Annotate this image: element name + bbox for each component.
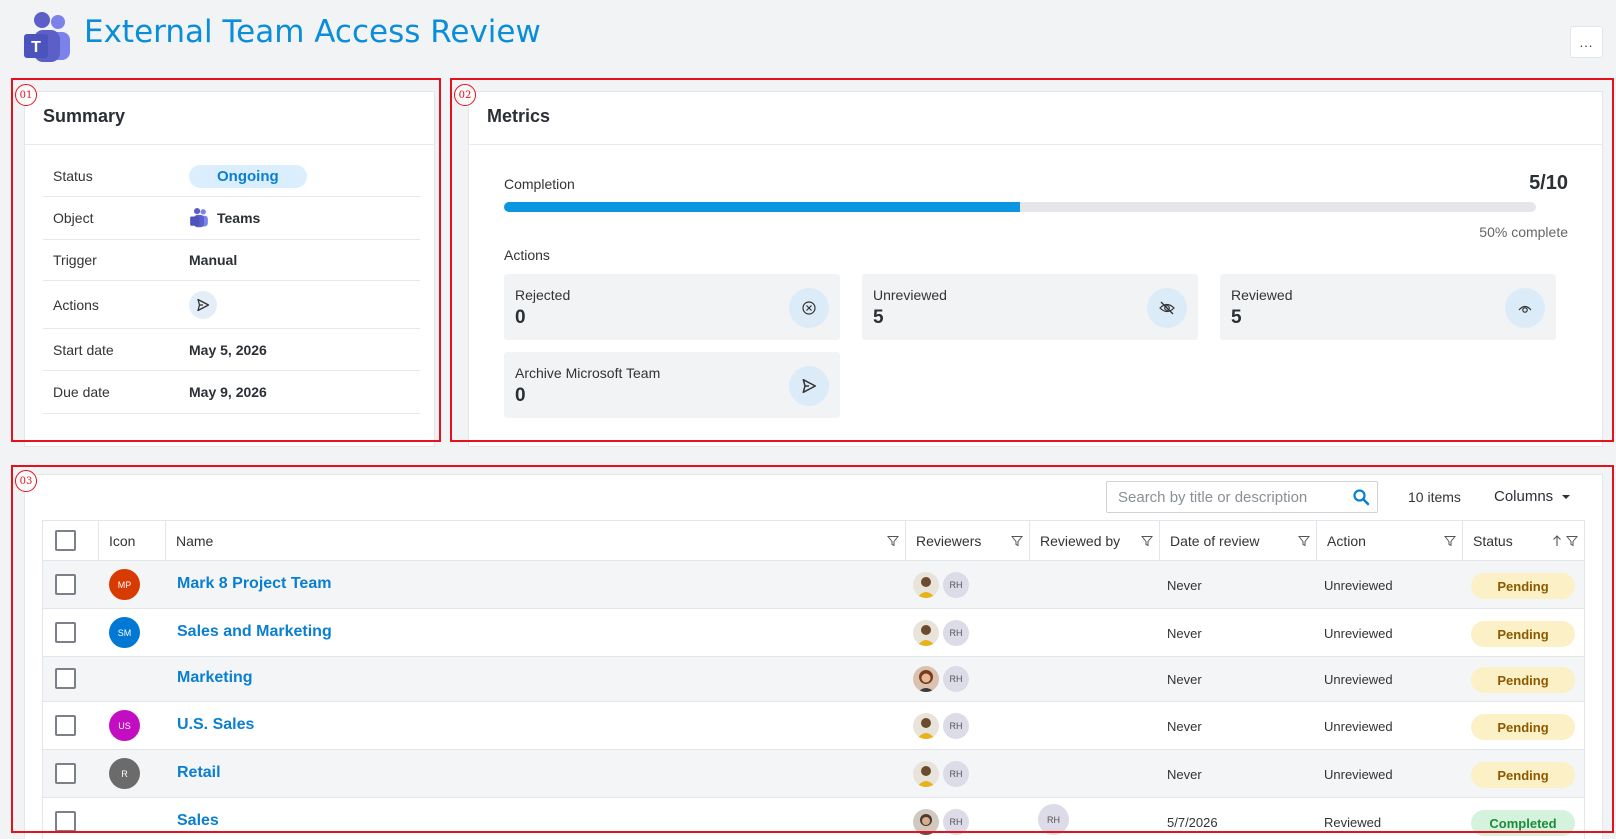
svg-text:T: T [31,39,41,56]
annotation-tag: 01 [15,84,37,106]
annotation-box-summary [11,78,441,442]
page-header: T External Team Access Review [22,10,541,66]
annotation-tag: 02 [454,84,476,106]
more-options-button[interactable]: ... [1570,26,1603,58]
annotation-box-metrics [450,78,1614,442]
annotation-box-table [11,465,1614,833]
annotation-tag: 03 [15,470,37,492]
teams-logo-icon: T [22,12,72,64]
page-title: External Team Access Review [84,14,541,50]
